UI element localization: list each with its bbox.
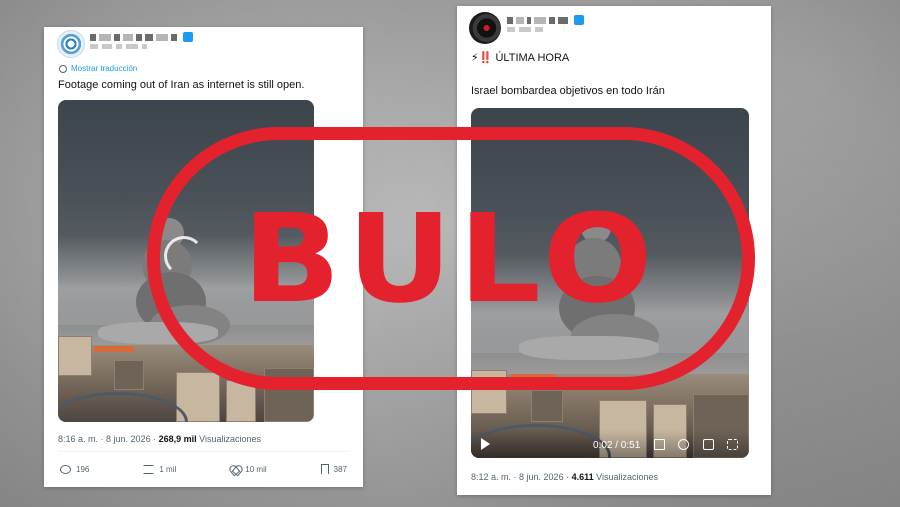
show-translation-label[interactable]: Mostrar traducción xyxy=(71,64,137,73)
pixelated-username xyxy=(507,15,584,25)
reply-count: 196 xyxy=(76,464,90,474)
building xyxy=(531,390,563,422)
alert-emoji: ⚡‼️ xyxy=(471,52,493,64)
tweet-text: Footage coming out of Iran as internet i… xyxy=(58,79,305,91)
tweet-text: Israel bombardea objetivos en todo Irán xyxy=(471,85,665,97)
breaking-headline: ÚLTIMA HORA xyxy=(495,52,570,64)
tweet-time[interactable]: 8:12 a. m. xyxy=(471,472,511,482)
bookmark-icon xyxy=(320,464,329,474)
mute-icon[interactable] xyxy=(654,439,665,450)
show-translation-link[interactable]: Mostrar traducción xyxy=(59,64,137,73)
pixelated-handle xyxy=(90,44,147,49)
retweet-count: 1 mil xyxy=(159,464,177,474)
building xyxy=(114,360,144,390)
breaking-news-line: ⚡‼️ ÚLTIMA HORA xyxy=(471,51,569,64)
pixelated-handle xyxy=(507,27,543,32)
video-controls: 0:02 / 0:51 xyxy=(471,430,749,458)
heart-icon xyxy=(230,465,240,474)
avatar[interactable] xyxy=(469,12,501,44)
bookmark-button[interactable]: 387 xyxy=(320,464,347,474)
tweet-date[interactable]: 8 jun. 2026 xyxy=(106,434,151,444)
divider xyxy=(58,451,349,452)
avatar[interactable] xyxy=(57,30,85,58)
tweet-metadata: 8:16 a. m. · 8 jun. 2026 · 268,9 mil Vis… xyxy=(58,434,261,444)
tweet-actions: 196 1 mil 10 mil 387 xyxy=(60,464,347,474)
tweet-time[interactable]: 8:16 a. m. xyxy=(58,434,98,444)
video-timecode: 0:02 / 0:51 xyxy=(593,440,641,451)
views-label: Visualizaciones xyxy=(199,434,261,444)
bulo-stamp-text: BULO xyxy=(242,187,660,330)
play-icon[interactable] xyxy=(481,438,490,450)
building xyxy=(58,336,92,376)
tweet-date[interactable]: 8 jun. 2026 xyxy=(519,472,564,482)
picture-in-picture-icon[interactable] xyxy=(703,439,714,450)
reply-icon xyxy=(60,464,71,474)
verified-badge-icon xyxy=(183,32,193,42)
like-count: 10 mil xyxy=(245,464,267,474)
views-label: Visualizaciones xyxy=(596,472,658,482)
pixelated-username xyxy=(90,32,193,42)
like-button[interactable]: 10 mil xyxy=(230,464,266,474)
tweet-metadata: 8:12 a. m. · 8 jun. 2026 · 4.611 Visuali… xyxy=(471,472,658,482)
views-count: 268,9 mil xyxy=(158,434,197,444)
retweet-button[interactable]: 1 mil xyxy=(143,464,176,474)
retweet-icon xyxy=(143,464,155,474)
reply-button[interactable]: 196 xyxy=(60,464,89,474)
fullscreen-icon[interactable] xyxy=(727,439,738,450)
bulo-stamp: BULO xyxy=(147,127,755,390)
verified-badge-icon xyxy=(574,15,584,25)
views-count: 4.611 xyxy=(571,472,594,482)
settings-gear-icon[interactable] xyxy=(678,439,689,450)
bookmark-count: 387 xyxy=(333,464,347,474)
translate-icon xyxy=(59,64,67,73)
